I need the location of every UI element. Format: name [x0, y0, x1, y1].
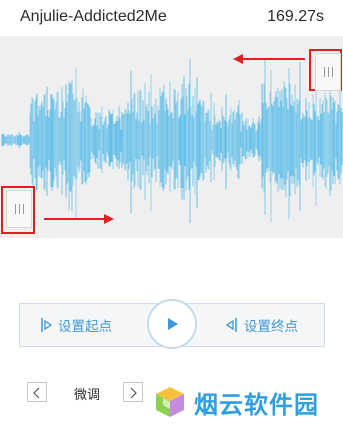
fine-tune-label: 微调 — [74, 387, 101, 402]
watermark-text: 烟云软件园 — [194, 391, 319, 419]
set-start-button[interactable]: 设置起点 — [40, 304, 112, 346]
duration-label: 169.27s — [267, 8, 324, 25]
header: Anjulie-Addicted2Me 169.27s — [0, 0, 343, 36]
set-start-icon — [41, 318, 52, 332]
chevron-right-icon — [130, 387, 137, 399]
grip-icon — [15, 204, 24, 214]
app-screen: Anjulie-Addicted2Me 169.27s 设置起点 设置终点 微调… — [0, 0, 343, 426]
arrow-left-annotation — [233, 54, 305, 64]
fine-tune-next-button[interactable] — [123, 382, 143, 402]
arrow-right-annotation — [44, 214, 114, 224]
watermark-cube-icon — [156, 387, 184, 417]
song-title: Anjulie-Addicted2Me — [20, 8, 167, 25]
waveform-area[interactable] — [0, 36, 343, 238]
waveform-bars — [1, 58, 343, 223]
start-trim-handle[interactable] — [6, 190, 32, 228]
end-trim-handle[interactable] — [315, 53, 341, 91]
set-end-button[interactable]: 设置终点 — [226, 304, 298, 346]
play-button[interactable] — [147, 299, 197, 349]
set-end-icon — [226, 318, 237, 332]
set-end-label: 设置终点 — [244, 319, 298, 334]
waveform — [1, 58, 343, 223]
grip-icon — [324, 67, 333, 77]
fine-tune-prev-button[interactable] — [27, 382, 47, 402]
watermark: 烟云软件园 — [152, 382, 319, 422]
chevron-left-icon — [33, 387, 40, 399]
set-start-label: 设置起点 — [58, 319, 112, 334]
play-icon — [168, 318, 178, 330]
